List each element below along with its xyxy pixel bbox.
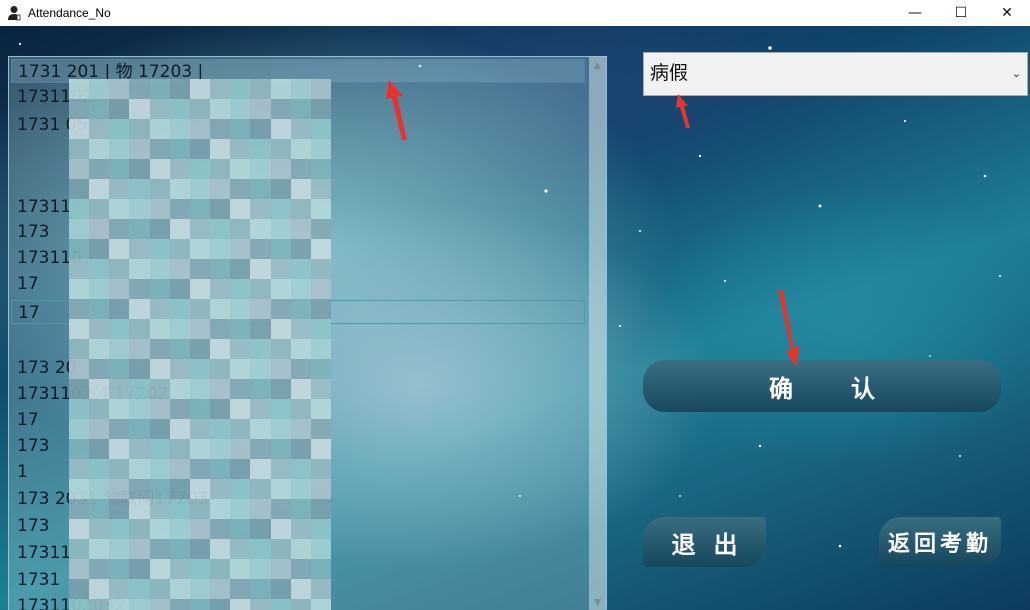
- main-panel: 1731 201 | 物 17203 | 1731102 1731 05 173…: [0, 26, 1030, 610]
- window-title: Attendance_No: [28, 6, 111, 20]
- student-listbox[interactable]: 1731 201 | 物 17203 | 1731102 1731 05 173…: [8, 56, 607, 610]
- list-scrollbar[interactable]: ▲ ▼: [589, 57, 606, 610]
- leave-type-value: 病假: [650, 62, 689, 84]
- red-arrow-icon: [778, 290, 800, 366]
- red-arrow-icon: [676, 94, 690, 128]
- person-icon: [6, 5, 22, 21]
- close-button[interactable]: ✕: [984, 0, 1030, 26]
- privacy-mosaic: [69, 79, 331, 610]
- maximize-button[interactable]: ☐: [938, 0, 984, 26]
- back-to-attendance-button[interactable]: 返回考勤: [879, 517, 1001, 567]
- chevron-down-icon[interactable]: ⌄: [1012, 67, 1021, 80]
- leave-type-select[interactable]: 病假 ⌄: [643, 52, 1028, 96]
- red-arrow-icon: [386, 80, 407, 140]
- exit-button[interactable]: 退出: [643, 517, 766, 567]
- minimize-button[interactable]: —: [892, 0, 938, 26]
- title-bar: Attendance_No — ☐ ✕: [0, 0, 1030, 26]
- scroll-up-icon[interactable]: ▲: [589, 57, 606, 74]
- confirm-button[interactable]: 确认: [643, 360, 1001, 412]
- scroll-down-icon[interactable]: ▼: [589, 594, 606, 610]
